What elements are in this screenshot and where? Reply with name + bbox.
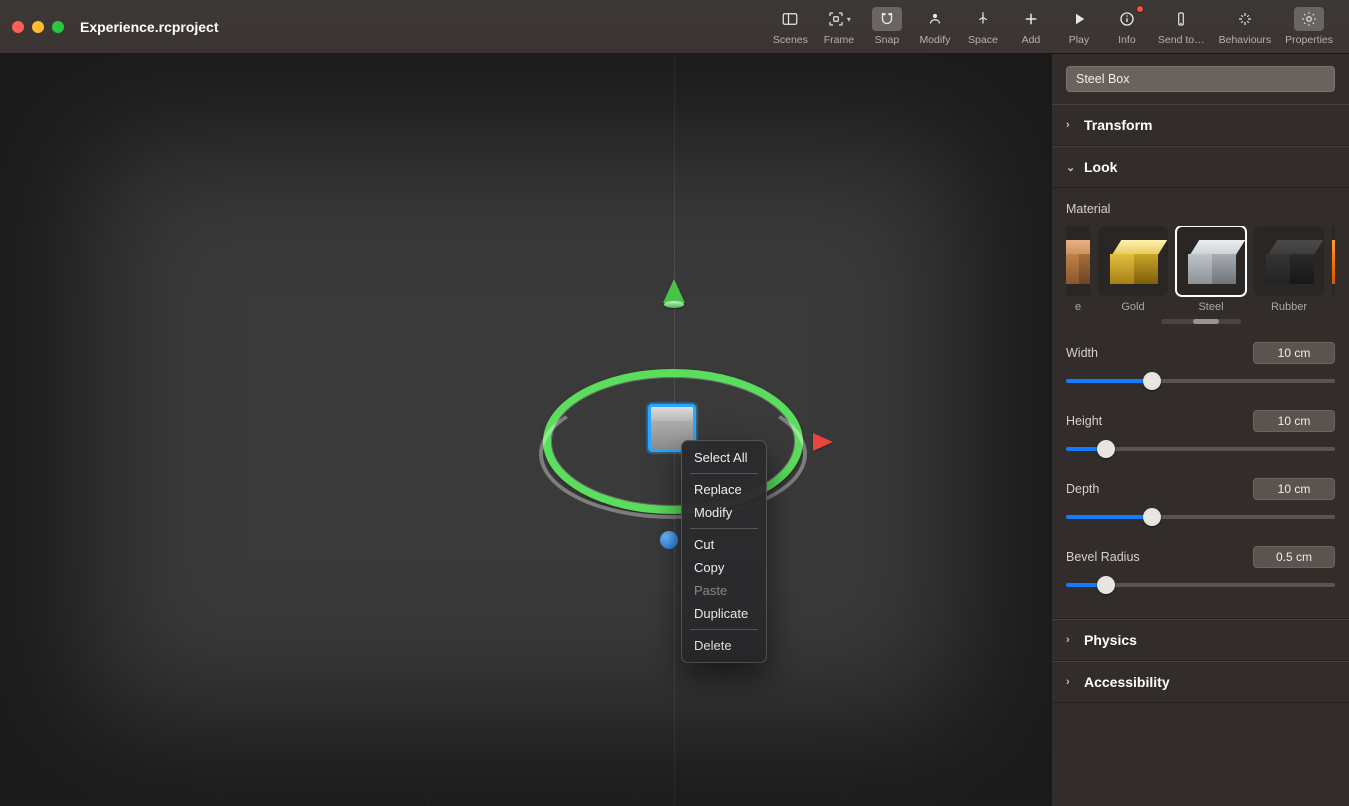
object-name-value: Steel Box <box>1076 72 1130 86</box>
material-label: Material <box>1066 202 1335 216</box>
chevron-right-icon: › <box>1066 119 1076 131</box>
material-gold[interactable]: Gold <box>1098 226 1168 313</box>
depth-label: Depth <box>1066 482 1099 496</box>
section-physics-header[interactable]: › Physics <box>1052 619 1349 661</box>
width-value[interactable]: 10 cm <box>1253 342 1335 364</box>
send-to-button[interactable]: Send to… <box>1154 5 1209 48</box>
depth-slider[interactable] <box>1066 506 1335 528</box>
window-controls <box>12 21 64 33</box>
param-bevel: Bevel Radius 0.5 cm <box>1066 546 1335 596</box>
bevel-label: Bevel Radius <box>1066 550 1140 564</box>
properties-button[interactable]: Properties <box>1281 5 1337 48</box>
inspector-panel: Steel Box › Transform ⌄ Look Material e … <box>1051 54 1349 806</box>
param-depth: Depth 10 cm <box>1066 478 1335 528</box>
x-axis-handle[interactable] <box>813 433 833 451</box>
section-accessibility-header[interactable]: › Accessibility <box>1052 661 1349 703</box>
add-button[interactable]: Add <box>1010 5 1052 48</box>
close-window-button[interactable] <box>12 21 24 33</box>
scenes-button[interactable]: Scenes <box>769 5 812 48</box>
bevel-slider[interactable] <box>1066 574 1335 596</box>
section-transform-header[interactable]: › Transform <box>1052 104 1349 146</box>
sidebar-icon <box>775 7 805 31</box>
chevron-right-icon: › <box>1066 676 1076 688</box>
height-label: Height <box>1066 414 1102 428</box>
chevron-right-icon: › <box>1066 634 1076 646</box>
width-label: Width <box>1066 346 1098 360</box>
frame-button[interactable]: ▾ Frame <box>818 5 860 48</box>
param-width: Width 10 cm <box>1066 342 1335 392</box>
depth-value[interactable]: 10 cm <box>1253 478 1335 500</box>
material-scrollbar[interactable] <box>1161 319 1241 324</box>
material-steel[interactable]: Steel <box>1176 226 1246 313</box>
ctx-modify[interactable]: Modify <box>682 501 766 524</box>
magnet-icon <box>872 7 902 31</box>
info-icon <box>1112 7 1142 31</box>
material-picker[interactable]: e Gold Steel Rubber <box>1066 226 1335 313</box>
gear-icon <box>1294 7 1324 31</box>
frame-icon: ▾ <box>824 7 854 31</box>
height-value[interactable]: 10 cm <box>1253 410 1335 432</box>
context-menu: Select All Replace Modify Cut Copy Paste… <box>681 440 767 663</box>
height-slider[interactable] <box>1066 438 1335 460</box>
ctx-duplicate[interactable]: Duplicate <box>682 602 766 625</box>
chevron-down-icon: ⌄ <box>1066 161 1076 174</box>
modify-icon <box>920 7 950 31</box>
device-icon <box>1166 7 1196 31</box>
plus-icon <box>1016 7 1046 31</box>
grid-floor <box>0 797 1051 806</box>
sparkle-icon <box>1230 7 1260 31</box>
play-button[interactable]: Play <box>1058 5 1100 48</box>
space-button[interactable]: Space <box>962 5 1004 48</box>
space-icon <box>968 7 998 31</box>
ctx-replace[interactable]: Replace <box>682 478 766 501</box>
y-axis-handle[interactable] <box>663 279 685 303</box>
toolbar: Experience.rcproject Scenes ▾ Frame Snap <box>0 0 1349 54</box>
ctx-select-all[interactable]: Select All <box>682 446 766 469</box>
bevel-value[interactable]: 0.5 cm <box>1253 546 1335 568</box>
snap-button[interactable]: Snap <box>866 5 908 48</box>
viewport-3d[interactable]: Select All Replace Modify Cut Copy Paste… <box>0 54 1051 806</box>
ctx-cut[interactable]: Cut <box>682 533 766 556</box>
z-axis-handle[interactable] <box>660 531 678 549</box>
play-icon <box>1064 7 1094 31</box>
notification-badge <box>1136 5 1144 13</box>
material-bronze[interactable]: e <box>1066 226 1090 313</box>
window-title: Experience.rcproject <box>80 19 219 35</box>
ctx-copy[interactable]: Copy <box>682 556 766 579</box>
material-rubber[interactable]: Rubber <box>1254 226 1324 313</box>
ctx-paste: Paste <box>682 579 766 602</box>
zoom-window-button[interactable] <box>52 21 64 33</box>
behaviours-button[interactable]: Behaviours <box>1215 5 1276 48</box>
section-look-header[interactable]: ⌄ Look <box>1052 146 1349 188</box>
look-section-body: Material e Gold Steel Rubber <box>1052 188 1349 619</box>
object-name-field[interactable]: Steel Box <box>1066 66 1335 92</box>
width-slider[interactable] <box>1066 370 1335 392</box>
param-height: Height 10 cm <box>1066 410 1335 460</box>
info-button[interactable]: Info <box>1106 5 1148 48</box>
ctx-delete[interactable]: Delete <box>682 634 766 657</box>
material-next[interactable] <box>1332 226 1335 313</box>
modify-button[interactable]: Modify <box>914 5 956 48</box>
minimize-window-button[interactable] <box>32 21 44 33</box>
